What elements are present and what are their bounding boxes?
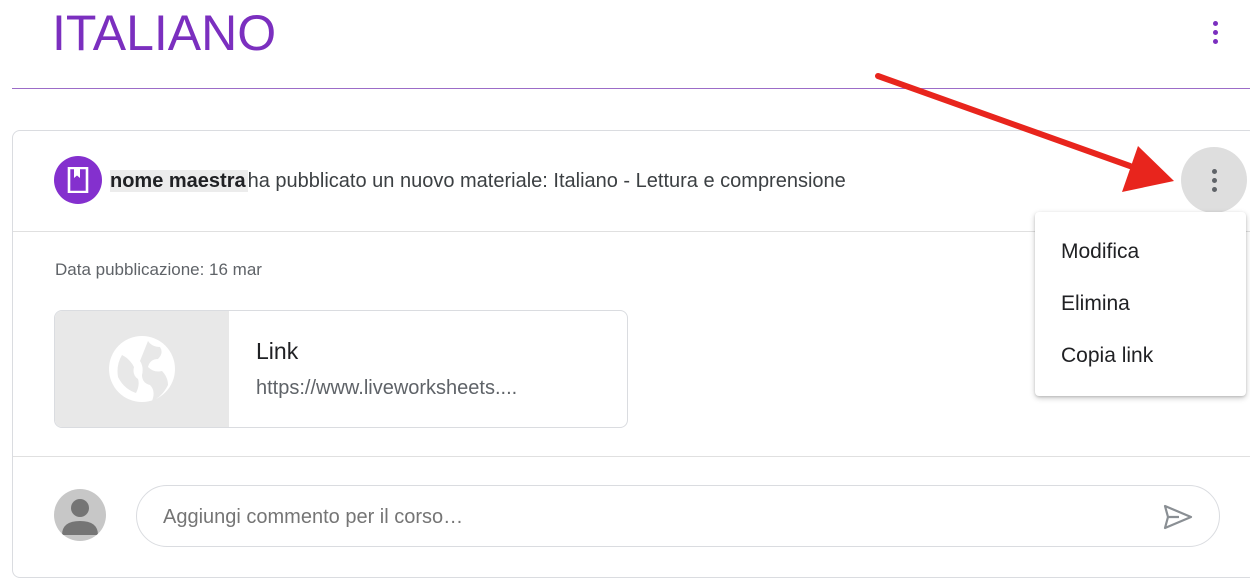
menu-item-delete[interactable]: Elimina (1035, 278, 1246, 330)
page-title: ITALIANO (52, 5, 277, 61)
author-name: nome maestra (110, 170, 248, 192)
header-more-icon[interactable] (1200, 12, 1230, 52)
globe-icon (55, 311, 229, 427)
attachment-url: https://www.liveworksheets.... (256, 377, 518, 399)
send-icon[interactable] (1161, 500, 1195, 534)
menu-item-copy-link[interactable]: Copia link (1035, 330, 1246, 382)
header-divider (12, 88, 1250, 89)
attachment-title: Link (256, 338, 299, 364)
publication-date: Data pubblicazione: 16 mar (55, 260, 262, 279)
menu-item-edit[interactable]: Modifica (1035, 226, 1246, 278)
post-more-icon[interactable] (1181, 147, 1247, 213)
bookmark-icon (54, 156, 102, 204)
comment-divider (13, 456, 1250, 457)
user-avatar-icon (54, 489, 106, 541)
post-headline: nome maestra ha pubblicato un nuovo mater… (110, 167, 846, 195)
comment-field[interactable] (136, 485, 1220, 547)
comment-input[interactable] (163, 506, 1063, 529)
post-headline-text: ha pubblicato un nuovo materiale: Italia… (247, 170, 846, 192)
post-options-menu: Modifica Elimina Copia link (1035, 212, 1246, 396)
link-attachment[interactable]: Link https://www.liveworksheets.... (54, 310, 628, 428)
